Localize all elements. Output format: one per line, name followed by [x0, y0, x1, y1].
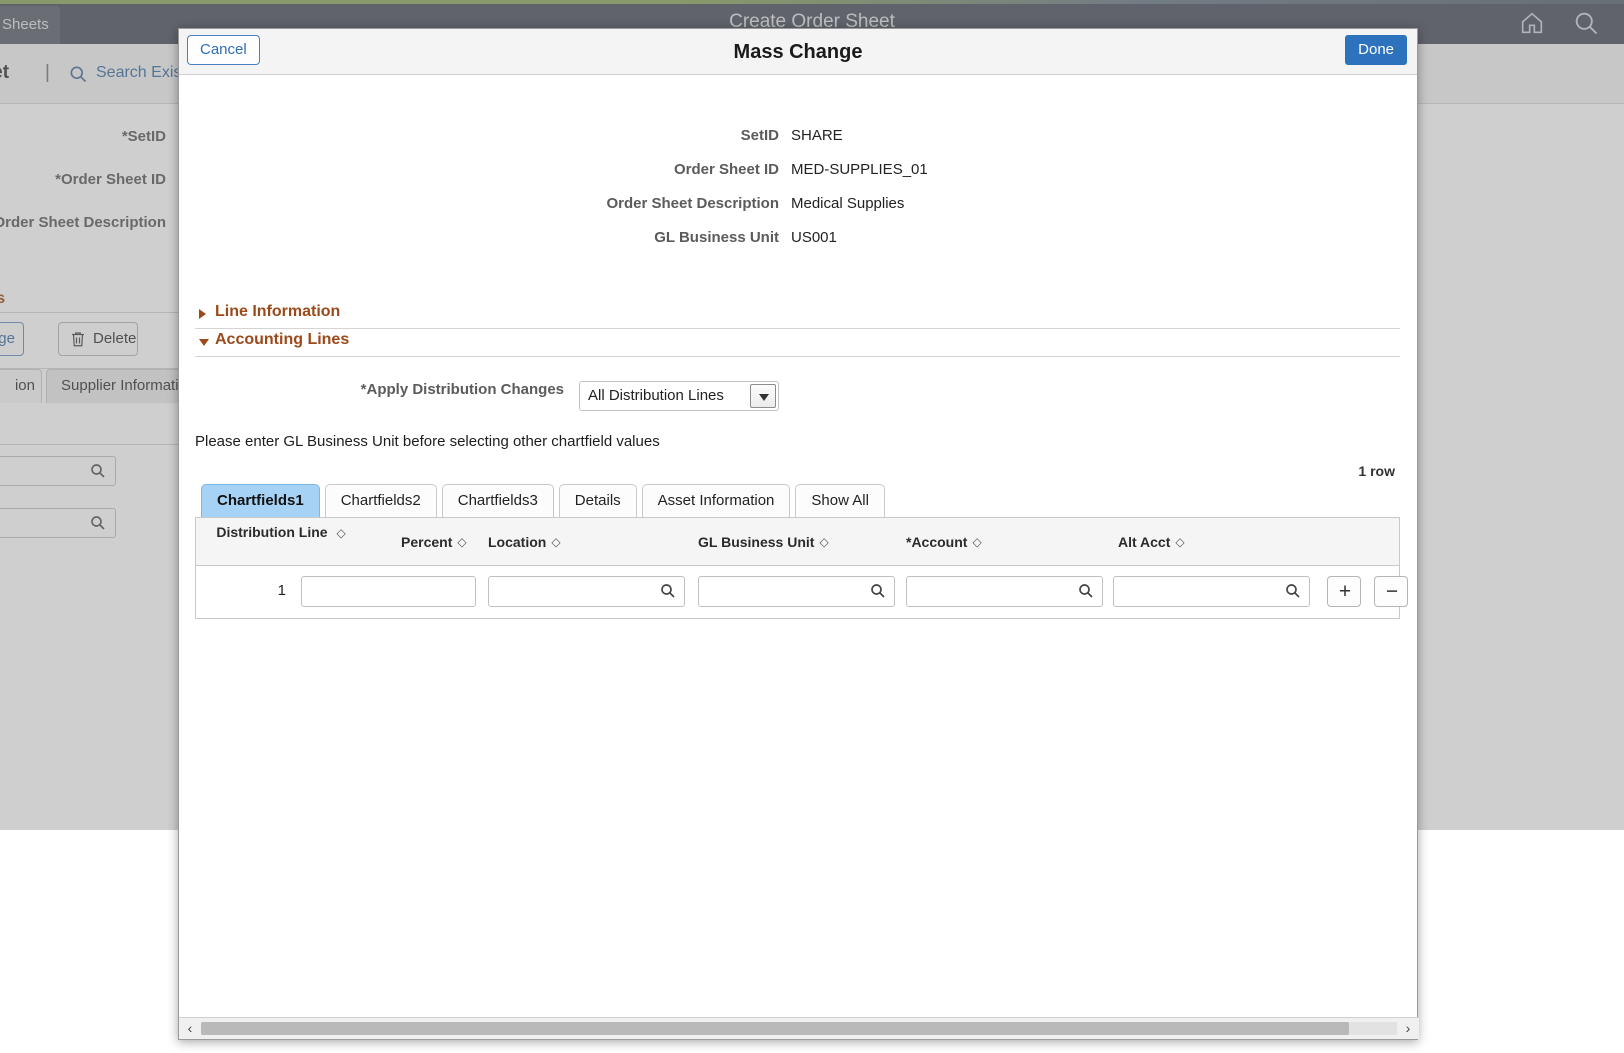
field-value-setid: SHARE	[791, 127, 843, 144]
column-header-gl-business-unit[interactable]: GL Business Unit ◇	[698, 518, 873, 566]
modal-body: SetID SHARE Order Sheet ID MED-SUPPLIES_…	[179, 75, 1417, 1020]
tab-chartfields3[interactable]: Chartfields3	[441, 484, 554, 518]
remove-row-button[interactable]: −	[1374, 576, 1408, 607]
column-header-account[interactable]: *Account ◇	[906, 518, 1016, 566]
tab-chartfields1[interactable]: Chartfields1	[201, 484, 320, 518]
chartfields-tab-bar: Chartfields1 Chartfields2 Chartfields3 D…	[201, 484, 890, 518]
column-header-distribution-line[interactable]: Distribution Line ◇	[206, 518, 356, 566]
info-row: Order Sheet ID MED-SUPPLIES_01	[179, 161, 1417, 195]
tab-details[interactable]: Details	[558, 484, 637, 518]
section-line-information[interactable]: Line Information	[195, 303, 1400, 329]
column-header-percent-label: Percent	[401, 534, 453, 550]
gl-business-unit-input[interactable]	[698, 576, 895, 607]
section-header-line-information[interactable]: Line Information	[195, 303, 1400, 329]
column-header-location[interactable]: Location ◇	[488, 518, 593, 566]
table-row: 1 + −	[196, 566, 1408, 618]
sort-diamond-icon[interactable]: ◇	[1175, 535, 1184, 549]
apply-distribution-changes-label: *Apply Distribution Changes	[360, 381, 564, 398]
done-button[interactable]: Done	[1345, 35, 1407, 65]
info-row: Order Sheet Description Medical Supplies	[179, 195, 1417, 229]
row-count-label: 1 row	[1358, 463, 1395, 479]
location-input[interactable]	[488, 576, 685, 607]
column-header-percent[interactable]: Percent ◇	[401, 518, 496, 566]
modal-header: Cancel Mass Change Done	[179, 29, 1417, 75]
section-divider	[195, 328, 1400, 329]
info-field-list: SetID SHARE Order Sheet ID MED-SUPPLIES_…	[179, 127, 1417, 263]
chevron-down-icon[interactable]	[750, 384, 776, 408]
section-title-accounting-lines: Accounting Lines	[215, 331, 350, 348]
scroll-right-arrow-icon[interactable]: ›	[1397, 1018, 1419, 1039]
sort-diamond-icon[interactable]: ◇	[336, 526, 345, 540]
sort-diamond-icon[interactable]: ◇	[819, 535, 828, 549]
column-header-account-label: *Account	[906, 534, 968, 550]
section-divider	[195, 356, 1400, 357]
distribution-lines-grid: Distribution Line ◇ Percent ◇ Location ◇…	[195, 517, 1408, 619]
field-value-order-sheet-id: MED-SUPPLIES_01	[791, 161, 928, 178]
scrollbar-track[interactable]	[201, 1022, 1397, 1035]
tab-chartfields2[interactable]: Chartfields2	[324, 484, 437, 518]
tab-show-all[interactable]: Show All	[795, 484, 885, 518]
field-label-setid: SetID	[740, 127, 779, 144]
modal-horizontal-scrollbar[interactable]: ‹ ›	[179, 1017, 1419, 1039]
chartfield-hint-message: Please enter GL Business Unit before sel…	[195, 433, 660, 450]
field-label-order-sheet-description: Order Sheet Description	[606, 195, 779, 212]
apply-distribution-changes-select[interactable]: All Distribution Lines	[579, 381, 779, 411]
column-header-gl-business-unit-label: GL Business Unit	[698, 534, 815, 550]
scrollbar-thumb[interactable]	[201, 1022, 1350, 1035]
scroll-left-arrow-icon[interactable]: ‹	[179, 1018, 201, 1039]
apply-distribution-changes-value: All Distribution Lines	[588, 387, 724, 404]
sort-diamond-icon[interactable]: ◇	[457, 535, 466, 549]
column-header-alt-acct[interactable]: Alt Acct ◇	[1118, 518, 1213, 566]
percent-input[interactable]	[301, 576, 476, 607]
tab-asset-information[interactable]: Asset Information	[641, 484, 791, 518]
magnifier-icon[interactable]	[869, 582, 887, 600]
account-input[interactable]	[906, 576, 1103, 607]
plus-icon: +	[1338, 580, 1352, 603]
column-header-location-label: Location	[488, 534, 547, 550]
column-header-alt-acct-label: Alt Acct	[1118, 534, 1171, 550]
add-row-button[interactable]: +	[1327, 576, 1361, 607]
grid-header-row: Distribution Line ◇ Percent ◇ Location ◇…	[196, 518, 1399, 566]
column-header-distribution-line-label: Distribution Line	[216, 524, 328, 540]
mass-change-modal: Cancel Mass Change Done SetID SHARE Orde…	[178, 28, 1419, 1040]
chevron-right-icon[interactable]	[199, 309, 206, 319]
modal-title: Mass Change	[733, 41, 863, 63]
chevron-down-icon[interactable]	[199, 339, 209, 346]
info-row: SetID SHARE	[179, 127, 1417, 161]
distribution-line-number: 1	[277, 582, 286, 599]
magnifier-icon[interactable]	[659, 582, 677, 600]
field-value-order-sheet-description: Medical Supplies	[791, 195, 905, 212]
magnifier-icon[interactable]	[1284, 582, 1302, 600]
minus-icon: −	[1385, 580, 1399, 603]
magnifier-icon[interactable]	[1077, 582, 1095, 600]
field-value-gl-business-unit: US001	[791, 229, 837, 246]
alt-acct-input[interactable]	[1113, 576, 1310, 607]
sort-diamond-icon[interactable]: ◇	[551, 535, 560, 549]
field-label-gl-business-unit: GL Business Unit	[654, 229, 779, 246]
section-accounting-lines[interactable]: Accounting Lines	[195, 331, 1400, 357]
section-header-accounting-lines[interactable]: Accounting Lines	[195, 331, 1400, 357]
sort-diamond-icon[interactable]: ◇	[972, 535, 981, 549]
section-title-line-information: Line Information	[215, 303, 341, 320]
field-label-order-sheet-id: Order Sheet ID	[673, 161, 779, 178]
info-row: GL Business Unit US001	[179, 229, 1417, 263]
